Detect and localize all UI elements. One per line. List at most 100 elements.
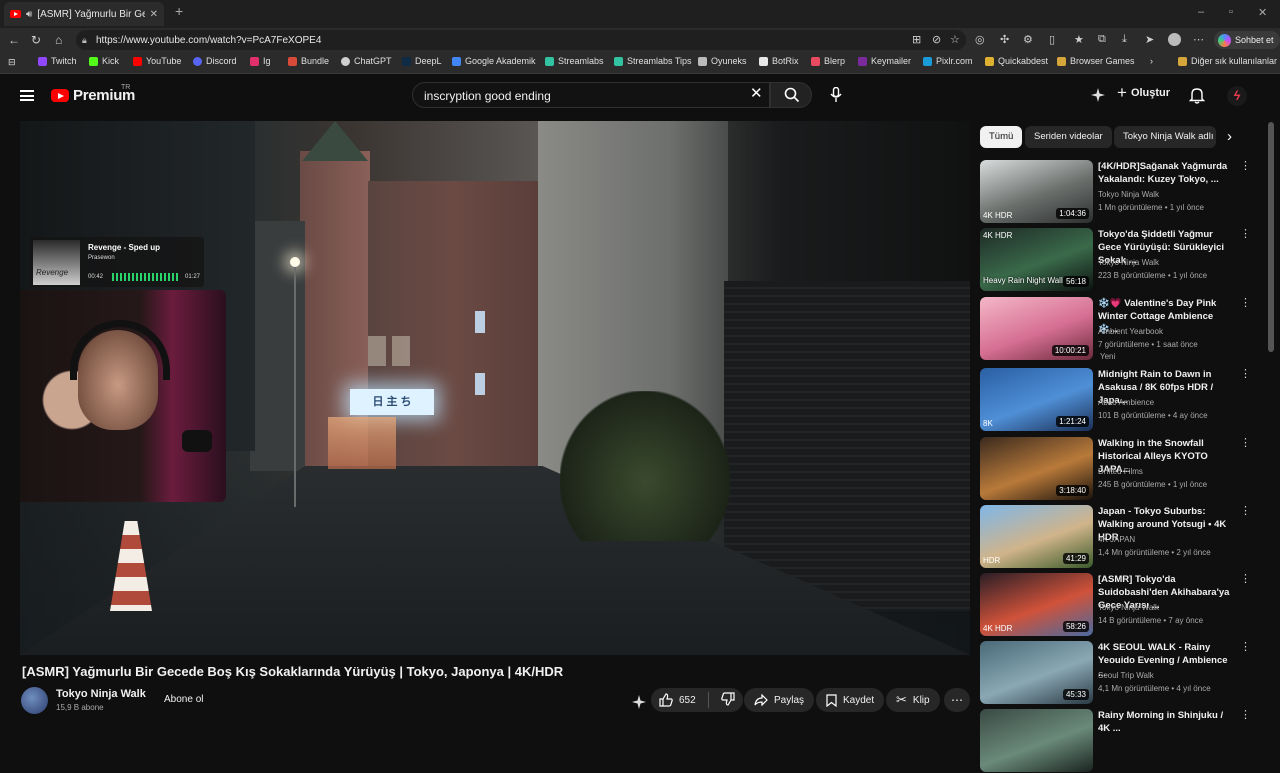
reload-icon[interactable]: ↻ (31, 33, 41, 47)
recommended-video[interactable]: 4K HDR 58:26 [ASMR] Tokyo'da Suidobashi'de… (980, 573, 1251, 637)
speaker-icon[interactable]: 🔊︎ (26, 9, 32, 20)
chip-all[interactable]: Tümü (980, 126, 1023, 148)
recommended-channel-name[interactable]: Abao Ambience (1098, 398, 1154, 407)
tab-close-icon[interactable]: ✕ (150, 9, 158, 20)
maximize-icon[interactable]: ▫ (1229, 6, 1233, 18)
video-thumbnail[interactable] (980, 709, 1093, 772)
url-field[interactable]: 🔒︎ https://www.youtube.com/watch?v=PcA7F… (76, 30, 966, 50)
youtube-logo[interactable]: Premium TR (51, 84, 135, 104)
more-vertical-icon[interactable]: ⋮ (1240, 369, 1251, 380)
channel-avatar[interactable] (21, 687, 48, 714)
more-vertical-icon[interactable]: ⋮ (1240, 298, 1251, 309)
bookmark-pixlr[interactable]: Pixlr.com (923, 56, 973, 66)
extension-game-icon[interactable]: ◎ (975, 33, 985, 46)
bookmark-twitch[interactable]: Twitch (38, 56, 77, 66)
create-button[interactable]: + Oluştur (1117, 84, 1170, 101)
recommended-channel-name[interactable]: Tokyo Ninja Walk (1098, 190, 1159, 199)
home-icon[interactable]: ⌂ (55, 33, 62, 47)
recommended-video-title[interactable]: [4K/HDR]Sağanak Yağmurda Yakalandı: Kuze… (1098, 160, 1234, 186)
account-avatar[interactable]: ϟ (1227, 86, 1247, 106)
recommended-video[interactable]: 45:33 4K SEOUL WALK - Rainy Yeouido Eveni… (980, 641, 1251, 705)
split-icon[interactable]: ⊞ (912, 33, 921, 46)
bookmark-streamlabs-tips[interactable]: Streamlabs Tips (614, 56, 692, 66)
favorites-icon[interactable]: ★ (1074, 33, 1084, 46)
more-vertical-icon[interactable]: ⋮ (1240, 574, 1251, 585)
bookmark-browser-games[interactable]: Browser Games (1057, 56, 1135, 66)
subscribe-button[interactable]: Abone ol (154, 691, 213, 709)
more-vertical-icon[interactable]: ⋮ (1240, 438, 1251, 449)
minimize-icon[interactable]: – (1198, 6, 1204, 18)
recommended-video[interactable]: 4K HDR 1:04:36 [4K/HDR]Sağanak Yağmurda Ya… (980, 160, 1251, 224)
video-player[interactable]: 日 主 ち Revenge Revenge - Sped up Prasewon… (20, 121, 970, 655)
sparkle-ask-icon[interactable] (631, 694, 647, 710)
clip-button[interactable]: ✂ Klip (886, 688, 940, 712)
bookmark-bundle[interactable]: Bundle (288, 56, 329, 66)
notifications-bell-icon[interactable] (1189, 86, 1205, 104)
save-button[interactable]: Kaydet (816, 688, 885, 712)
recommended-channel-name[interactable]: Seoul Trip Walk (1098, 671, 1154, 680)
more-actions-button[interactable]: ⋯ (944, 688, 970, 712)
sidebar-scrollbar[interactable] (1268, 122, 1274, 352)
chips-next-icon[interactable]: › (1227, 128, 1232, 145)
profile-avatar[interactable] (1168, 33, 1181, 46)
channel-name[interactable]: Tokyo Ninja Walk (56, 688, 146, 700)
recommended-channel-name[interactable]: Drifted Films (1098, 467, 1143, 476)
share-button[interactable]: Paylaş (744, 688, 815, 712)
bookmark-quickabdest[interactable]: Quickabdest (985, 56, 1048, 66)
tracking-icon[interactable]: ⊘ (932, 33, 941, 46)
video-thumbnail[interactable]: 10:00:21 (980, 297, 1093, 360)
recommended-video[interactable]: Heavy Rain Night Wall 4K HDR 56:18 Tokyo'da… (980, 228, 1251, 292)
recommended-channel-name[interactable]: Ambient Yearbook (1098, 327, 1163, 336)
chip-series[interactable]: Seriden videolar (1025, 126, 1112, 148)
more-icon[interactable]: ⋯ (1193, 33, 1204, 46)
extension-icon[interactable]: ✣ (1000, 33, 1009, 46)
video-thumbnail[interactable]: 8K 1:21:24 (980, 368, 1093, 431)
video-thumbnail[interactable]: 4K HDR 1:04:36 (980, 160, 1093, 223)
sidebar-icon[interactable]: ▯ (1049, 33, 1055, 46)
bookmark-oyuneks[interactable]: Oyuneks (698, 56, 747, 66)
recommended-video[interactable]: HDR 41:29 Japan - Tokyo Suburbs: Walking a… (980, 505, 1251, 569)
back-icon[interactable]: ← (8, 33, 20, 47)
bookmark-ig[interactable]: Ig (250, 56, 271, 66)
menu-icon[interactable] (20, 90, 34, 101)
more-vertical-icon[interactable]: ⋮ (1240, 229, 1251, 240)
bookmark-keymailer[interactable]: Keymailer (858, 56, 911, 66)
more-vertical-icon[interactable]: ⋮ (1240, 506, 1251, 517)
bookmark-deepl[interactable]: DeepL (402, 56, 442, 66)
window-close-icon[interactable]: ✕ (1258, 6, 1267, 19)
collections-icon[interactable]: ⧉ (1098, 33, 1106, 46)
bookmark-blerp[interactable]: Blerp (811, 56, 845, 66)
dislike-button[interactable] (720, 691, 735, 709)
recommended-video[interactable]: Rainy Morning in Shinjuku / 4K ... ⋮ (980, 709, 1251, 773)
other-favorites[interactable]: Diğer sık kullanılanlar (1178, 56, 1277, 66)
recommended-video[interactable]: 10:00:21 ❄️💗 Valentine's Day Pink Winter … (980, 297, 1251, 361)
recommended-channel-name[interactable]: Tokyo Ninja Walk (1098, 603, 1159, 612)
browser-tab[interactable]: 🔊︎ [ASMR] Yağmurlu Bir Gecede ✕ (4, 2, 164, 26)
recommended-video[interactable]: 8K 1:21:24 Midnight Rain to Dawn in Asakus… (980, 368, 1251, 432)
copilot-button[interactable]: Sohbet et (1214, 31, 1280, 49)
more-vertical-icon[interactable]: ⋮ (1240, 161, 1251, 172)
bookmark-kick[interactable]: Kick (89, 56, 119, 66)
video-thumbnail[interactable]: HDR 41:29 (980, 505, 1093, 568)
chip-channel[interactable]: Tokyo Ninja Walk adlı (1114, 126, 1216, 148)
recommended-channel-name[interactable]: Tokyo Ninja Walk (1098, 258, 1159, 267)
bookmark-manager-icon[interactable]: ⊟ (8, 57, 16, 68)
more-vertical-icon[interactable]: ⋮ (1240, 710, 1251, 721)
search-input[interactable]: inscryption good ending (412, 82, 770, 108)
bookmark-streamlabs[interactable]: Streamlabs (545, 56, 604, 66)
clear-search-icon[interactable]: ✕ (750, 86, 763, 102)
bookmarks-overflow-icon[interactable]: › (1150, 56, 1153, 66)
more-vertical-icon[interactable]: ⋮ (1240, 642, 1251, 653)
video-thumbnail[interactable]: 45:33 (980, 641, 1093, 704)
bookmark-youtube[interactable]: YouTube (133, 56, 181, 66)
recommended-video-title[interactable]: Rainy Morning in Shinjuku / 4K ... (1098, 709, 1234, 735)
recommended-channel-name[interactable]: 4K JAPAN (1098, 535, 1135, 544)
video-thumbnail[interactable]: 3:18:40 (980, 437, 1093, 500)
video-thumbnail[interactable]: 4K HDR 58:26 (980, 573, 1093, 636)
new-tab-icon[interactable]: + (175, 3, 183, 19)
bookmark-google-akademik[interactable]: Google Akademik (452, 56, 536, 66)
recommended-video[interactable]: 3:18:40 Walking in the Snowfall Historica… (980, 437, 1251, 501)
video-thumbnail[interactable]: Heavy Rain Night Wall 4K HDR 56:18 (980, 228, 1093, 291)
favorite-star-icon[interactable]: ☆ (950, 33, 960, 46)
like-button[interactable]: 652 (659, 693, 696, 707)
